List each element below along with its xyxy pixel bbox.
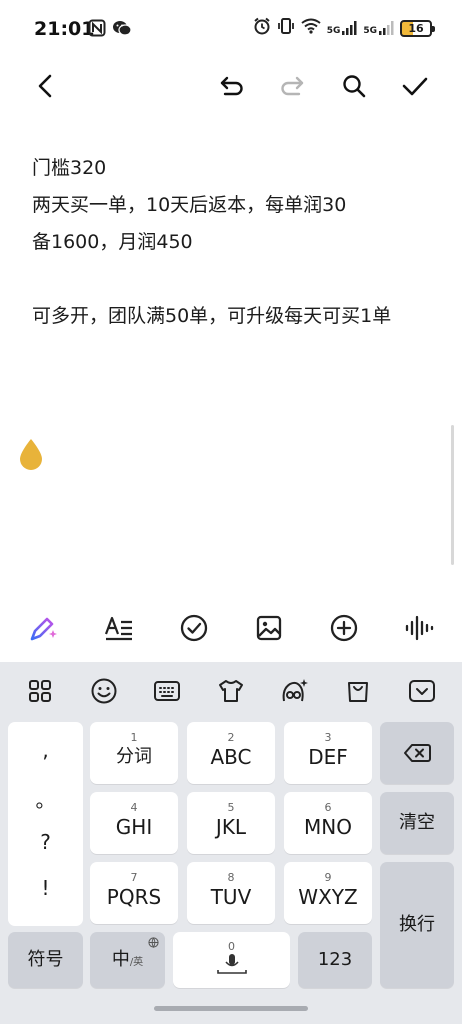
collapse-keyboard-icon (409, 680, 436, 702)
note-line: 两天买一单，10天后返本，每单润30 (32, 194, 347, 216)
insert-image-button[interactable] (247, 606, 291, 650)
punct-question-key[interactable]: ? (8, 830, 83, 854)
vibrate-icon (277, 17, 295, 39)
checklist-button[interactable] (172, 606, 216, 650)
shirt-icon (218, 680, 243, 702)
bag-icon (348, 682, 369, 702)
punct-exclaim-key[interactable]: ! (8, 876, 83, 900)
nfc-icon (88, 19, 106, 41)
battery-indicator: 16 (400, 19, 435, 37)
status-time: 21:01 (34, 18, 95, 40)
menu-grid-button[interactable] (18, 669, 62, 713)
redo-icon (281, 76, 304, 96)
backspace-key[interactable] (380, 722, 454, 784)
note-line (32, 261, 432, 298)
status-bar: 21:01 5G 5G 16 (0, 0, 462, 58)
cursor-drop-handle[interactable] (17, 437, 45, 475)
voice-input-button[interactable] (397, 606, 441, 650)
network-type-1: 5G (326, 26, 341, 36)
key-3-def[interactable]: 3 DEF (284, 722, 372, 784)
ai-pen-icon (30, 617, 57, 641)
numbers-key[interactable]: 123 (298, 932, 372, 988)
image-icon (256, 615, 281, 641)
home-indicator[interactable] (154, 1006, 308, 1011)
keyboard-icon (154, 681, 181, 701)
key-4-ghi[interactable]: 4 GHI (90, 792, 178, 854)
key-9-wxyz[interactable]: 9 WXYZ (284, 862, 372, 924)
back-button[interactable] (24, 60, 68, 112)
search-button[interactable] (332, 60, 376, 112)
alarm-icon (253, 17, 271, 39)
key-6-mno[interactable]: 6 MNO (284, 792, 372, 854)
checklist-icon (180, 614, 207, 642)
redo-button[interactable] (270, 60, 314, 112)
key-2-abc[interactable]: 2 ABC (187, 722, 275, 784)
key-5-jkl[interactable]: 5 JKL (187, 792, 275, 854)
microphone-icon (216, 954, 247, 974)
hide-keyboard-button[interactable] (400, 669, 444, 713)
emoji-button[interactable] (82, 669, 126, 713)
done-button[interactable] (393, 60, 437, 112)
scroll-indicator[interactable] (451, 425, 454, 565)
grid-icon (28, 680, 51, 702)
newline-key[interactable]: 换行 (380, 862, 454, 988)
ai-assistant-icon (282, 679, 308, 702)
clear-key[interactable]: 清空 (380, 792, 454, 854)
signal-2: 5G (363, 20, 394, 36)
space-key[interactable]: 0 (173, 932, 290, 988)
editor-toolbar (0, 60, 462, 112)
keyboard-layout-button[interactable] (145, 669, 189, 713)
voice-wave-icon (405, 615, 433, 641)
note-line: 备1600，月润450 (32, 231, 193, 253)
symbols-key[interactable]: 符号 (8, 932, 83, 988)
backspace-icon (404, 744, 431, 762)
key-8-tuv[interactable]: 8 TUV (187, 862, 275, 924)
key-7-pqrs[interactable]: 7 PQRS (90, 862, 178, 924)
ime-keyboard: , 。 ? ! 1 分词 2 ABC 3 DEF 4 GHI 5 JKL 6 M… (0, 662, 462, 1024)
note-editor[interactable]: 门槛320 两天买一单，10天后返本，每单润30 备1600，月润450 可多开… (32, 150, 432, 335)
note-line: 可多开，团队满50单，可升级每天可买1单 (32, 305, 392, 327)
punct-period-key[interactable]: 。 (8, 784, 83, 813)
ai-assistant-button[interactable] (273, 669, 317, 713)
language-switch-key[interactable]: 中 /英 (90, 932, 165, 988)
wifi-icon (301, 18, 321, 38)
search-icon (343, 75, 366, 98)
back-icon (38, 74, 52, 98)
keyboard-toolbar (0, 662, 462, 720)
ai-writing-button[interactable] (22, 606, 66, 650)
punct-comma-key[interactable]: , (8, 738, 83, 762)
text-format-button[interactable] (97, 606, 141, 650)
wechat-icon (112, 19, 132, 41)
insert-more-button[interactable] (322, 606, 366, 650)
globe-icon (148, 937, 159, 948)
punctuation-column: , 。 ? ! (8, 722, 83, 926)
theme-skin-button[interactable] (209, 669, 253, 713)
add-circle-icon (330, 614, 357, 642)
signal-1: 5G (327, 20, 358, 36)
network-type-2: 5G (363, 26, 377, 36)
key-1-fenci[interactable]: 1 分词 (90, 722, 178, 784)
store-button[interactable] (336, 669, 380, 713)
format-toolbar (0, 598, 462, 658)
undo-icon (220, 76, 243, 96)
checkmark-icon (402, 77, 428, 96)
emoji-icon (91, 678, 117, 704)
note-line: 门槛320 (32, 157, 107, 179)
undo-button[interactable] (210, 60, 254, 112)
text-format-icon (104, 616, 132, 641)
